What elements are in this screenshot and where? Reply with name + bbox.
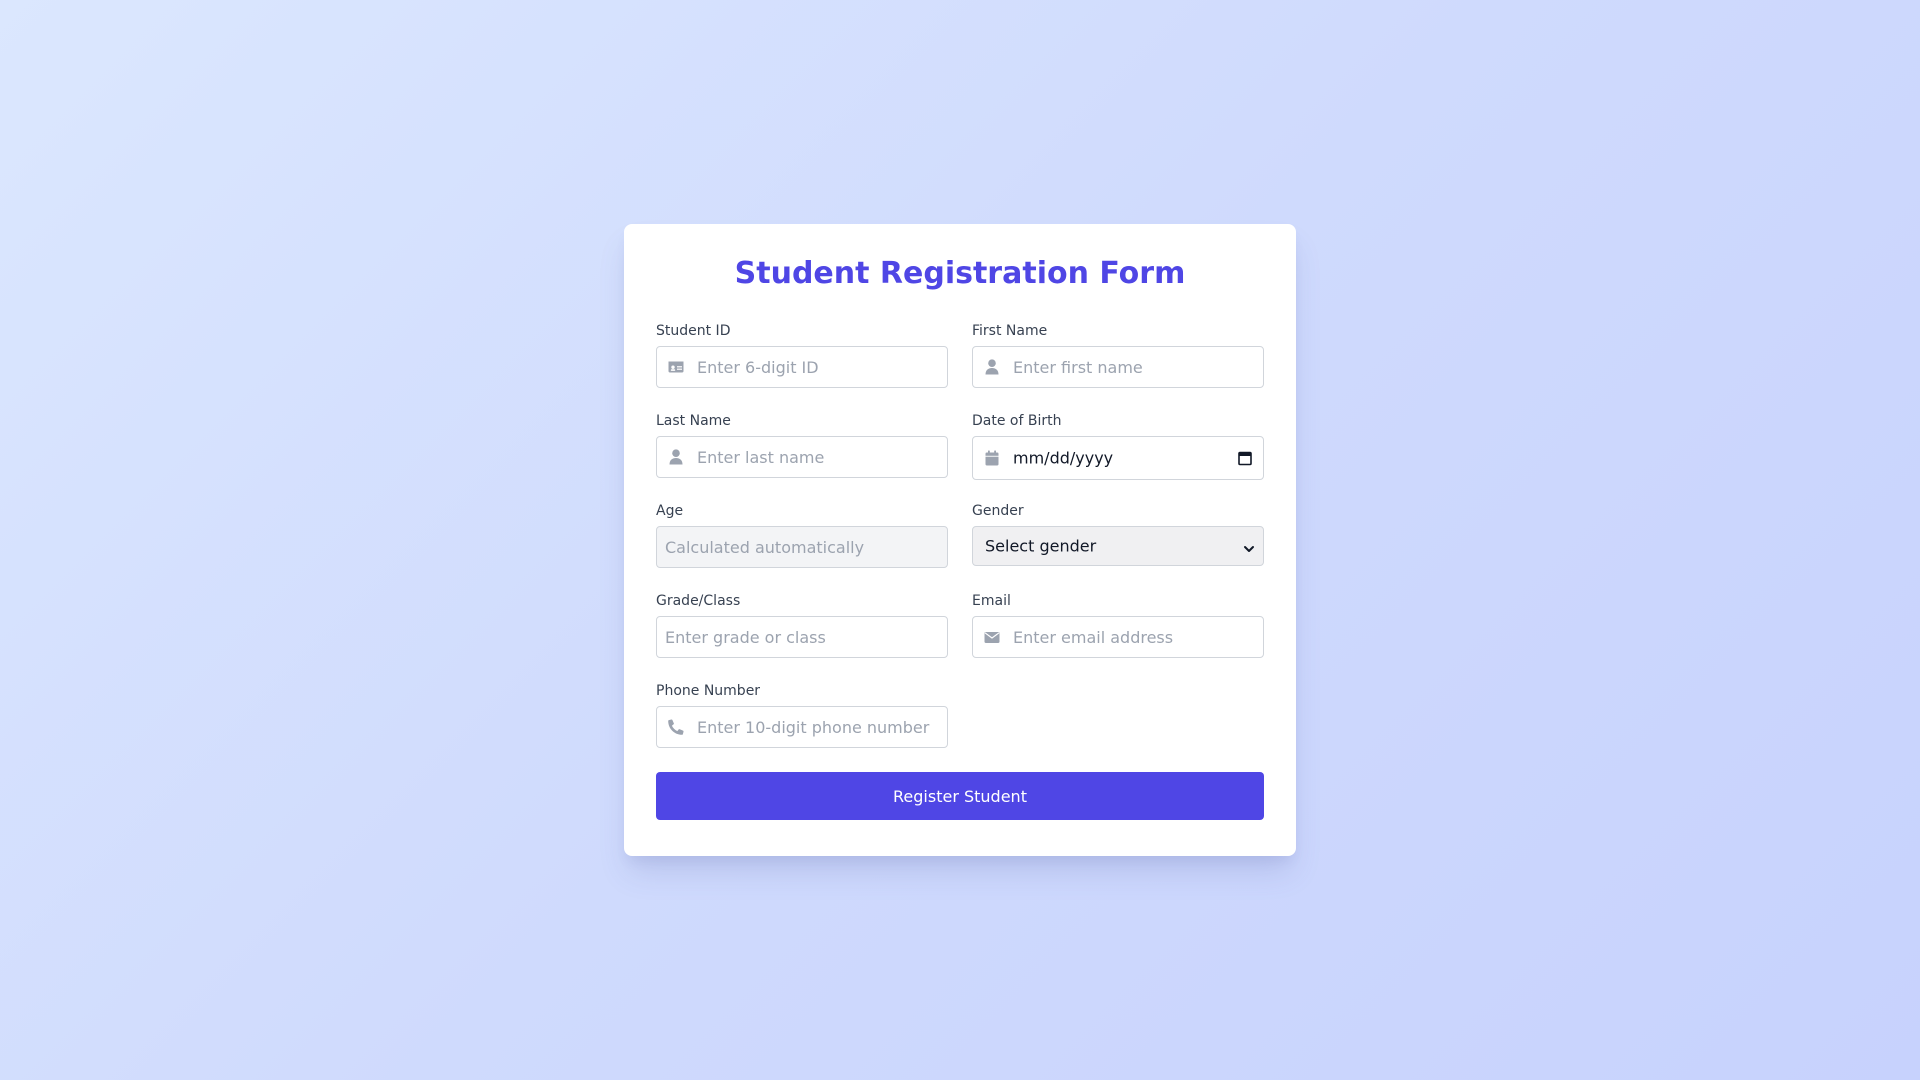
calendar-icon <box>983 449 1001 467</box>
student-id-input[interactable] <box>657 347 947 387</box>
first-name-input[interactable] <box>973 347 1263 387</box>
email-label: Email <box>972 593 1011 609</box>
age-field: Age <box>656 502 948 592</box>
envelope-icon <box>983 628 1001 646</box>
dob-input[interactable]: mm/dd/yyyy <box>972 436 1264 480</box>
dob-value: mm/dd/yyyy <box>1013 448 1114 468</box>
grade-input[interactable] <box>657 617 947 657</box>
phone-box <box>656 706 948 748</box>
user-icon <box>983 358 1001 376</box>
age-input <box>657 527 947 567</box>
last-name-box <box>656 436 948 478</box>
first-name-label: First Name <box>972 323 1048 339</box>
registration-card: Student Registration Form Student ID Ent… <box>624 224 1296 856</box>
gender-select[interactable]: Select gender <box>972 526 1264 566</box>
first-name-box <box>972 346 1264 388</box>
last-name-input[interactable] <box>657 437 947 477</box>
first-name-field: First Name <box>972 322 1264 412</box>
user-icon <box>667 448 685 466</box>
gender-selected-value: Select gender <box>985 536 1097 556</box>
dob-field: Date of Birth mm/dd/yyyy <box>972 412 1264 502</box>
age-box <box>656 526 948 568</box>
calendar-picker-icon[interactable] <box>1237 450 1253 466</box>
form-title: Student Registration Form <box>734 256 1186 291</box>
age-label: Age <box>656 503 684 519</box>
form-grid: Student ID First Name <box>656 322 1264 772</box>
student-id-label: Student ID <box>656 323 731 339</box>
id-card-icon <box>667 358 685 376</box>
phone-label: Phone Number <box>656 683 761 699</box>
grade-field: Grade/Class <box>656 592 948 682</box>
dob-label: Date of Birth <box>972 413 1062 429</box>
register-student-button[interactable]: Register Student <box>656 772 1264 820</box>
last-name-label: Last Name <box>656 413 731 429</box>
email-box <box>972 616 1264 658</box>
email-input[interactable] <box>973 617 1263 657</box>
student-id-box <box>656 346 948 388</box>
gender-label: Gender <box>972 503 1024 519</box>
phone-field: Phone Number <box>656 682 948 772</box>
email-field: Email <box>972 592 1264 682</box>
chevron-down-icon <box>1243 540 1255 552</box>
student-id-field: Student ID <box>656 322 948 412</box>
phone-icon <box>667 718 685 736</box>
gender-field: Gender Select gender <box>972 502 1264 592</box>
grade-box <box>656 616 948 658</box>
last-name-field: Last Name <box>656 412 948 502</box>
phone-input[interactable] <box>657 707 947 747</box>
grade-label: Grade/Class <box>656 593 741 609</box>
